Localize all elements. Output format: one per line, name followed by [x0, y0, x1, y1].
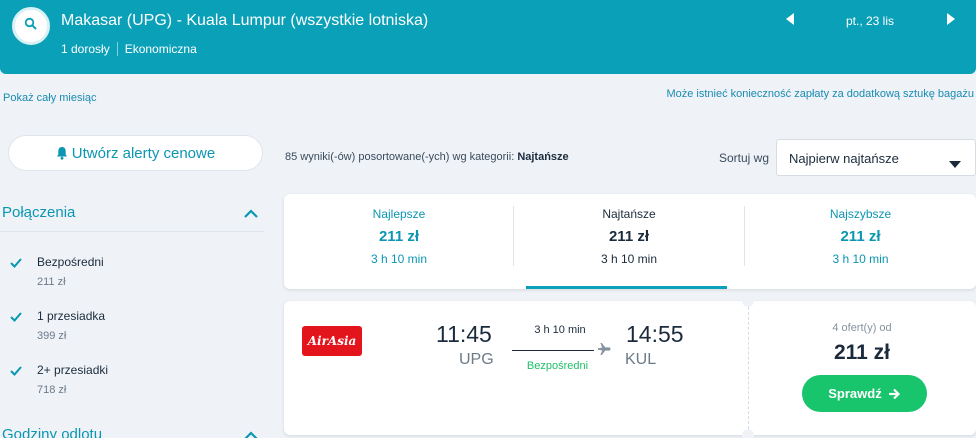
sort-dropdown-value: Najpierw najtańsze: [789, 151, 899, 166]
tab-name: Najszybsze: [829, 207, 892, 221]
filter-price: 718 zł: [37, 384, 67, 396]
results-count: 85 wyniki(-ów) posortowane(-ych) wg kate…: [285, 151, 569, 163]
flight-result-card[interactable]: AirAsia 11:45 UPG 3 h 10 min Bezpośredni…: [284, 295, 976, 438]
check-deal-button[interactable]: Sprawdź: [802, 375, 927, 412]
triangle-left-icon: [786, 12, 794, 30]
filter-label: 1 przesiadka: [37, 309, 106, 323]
show-month-link[interactable]: Pokaż cały miesiąc: [3, 92, 97, 104]
filter-label: 2+ przesiadki: [37, 363, 109, 377]
offers-count: 4 ofert(y) od: [832, 322, 892, 334]
tab-price: 211 zł: [608, 228, 650, 245]
baggage-fee-link[interactable]: Może istnieć konieczność zapłaty za doda…: [666, 88, 974, 100]
divider: [116, 42, 118, 56]
date-label[interactable]: pt., 23 lis: [800, 14, 940, 28]
check-button-label: Sprawdź: [828, 386, 882, 401]
tab-best[interactable]: Najlepsze 211 zł 3 h 10 min: [284, 194, 514, 289]
alert-button-label: Utwórz alerty cenowe: [71, 144, 216, 162]
filter-price: 399 zł: [37, 330, 67, 342]
tab-name: Najtańsze: [602, 207, 656, 221]
chevron-down-icon: [949, 155, 961, 173]
connections-filter-title[interactable]: Połączenia: [2, 204, 75, 221]
results-sort-category: Najtańsze: [517, 151, 569, 163]
checkbox-one-stop[interactable]: [8, 309, 24, 325]
trip-details: 1 dorosły Ekonomiczna: [61, 42, 197, 56]
cabin-text: Ekonomiczna: [124, 42, 197, 56]
filter-price: 211 zł: [37, 276, 66, 288]
departure-times-filter-title[interactable]: Godziny odlotu: [2, 426, 102, 438]
tab-price: 211 zł: [378, 228, 420, 245]
flight-price: 211 zł: [833, 341, 891, 364]
previous-date-button[interactable]: [783, 12, 797, 30]
tab-duration: 3 h 10 min: [600, 252, 658, 266]
create-price-alert-button[interactable]: Utwórz alerty cenowe: [8, 135, 263, 171]
bell-icon: [56, 146, 68, 160]
departure-time: 11:45: [436, 321, 492, 347]
route-title: Makasar (UPG) - Kuala Lumpur (wszystkie …: [61, 12, 429, 29]
ticket-notch: [742, 295, 754, 307]
search-button[interactable]: [12, 7, 50, 45]
sort-label: Sortuj wg: [719, 151, 770, 165]
airplane-icon: [597, 342, 611, 361]
search-header: Makasar (UPG) - Kuala Lumpur (wszystkie …: [0, 0, 976, 74]
triangle-right-icon: [947, 12, 955, 30]
tab-price: 211 zł: [840, 228, 881, 245]
arrow-right-icon: [888, 388, 901, 400]
tab-name: Najlepsze: [372, 207, 426, 221]
stops-label: Bezpośredni: [526, 360, 589, 372]
route-line: [512, 350, 594, 351]
arrival-time: 14:55: [626, 321, 684, 347]
ticket-notch: [742, 429, 754, 438]
sort-tabs: Najlepsze 211 zł 3 h 10 min Najtańsze 21…: [284, 194, 976, 289]
flight-duration: 3 h 10 min: [534, 324, 586, 336]
chevron-up-icon[interactable]: [243, 206, 259, 224]
passengers-text: 1 dorosły: [61, 42, 110, 56]
sort-dropdown[interactable]: Najpierw najtańsze: [776, 139, 976, 176]
filter-label: Bezpośredni: [37, 255, 104, 269]
tab-fastest[interactable]: Najszybsze 211 zł 3 h 10 min: [745, 194, 976, 289]
next-date-button[interactable]: [944, 12, 958, 30]
tab-cheapest[interactable]: Najtańsze 211 zł 3 h 10 min: [514, 194, 744, 289]
tab-duration: 3 h 10 min: [370, 252, 428, 266]
active-tab-indicator: [526, 286, 727, 289]
checkbox-two-plus-stops[interactable]: [8, 363, 24, 379]
arrival-airport-code: KUL: [625, 351, 657, 368]
search-icon: [24, 17, 38, 36]
departure-airport-code: UPG: [459, 351, 494, 368]
results-count-text: 85 wyniki(-ów) posortowane(-ych) wg kate…: [285, 151, 515, 163]
chevron-up-icon[interactable]: [243, 428, 259, 438]
checkbox-direct[interactable]: [8, 255, 24, 271]
airline-logo: AirAsia: [302, 326, 362, 356]
tab-duration: 3 h 10 min: [832, 252, 889, 266]
divider: [0, 231, 264, 232]
